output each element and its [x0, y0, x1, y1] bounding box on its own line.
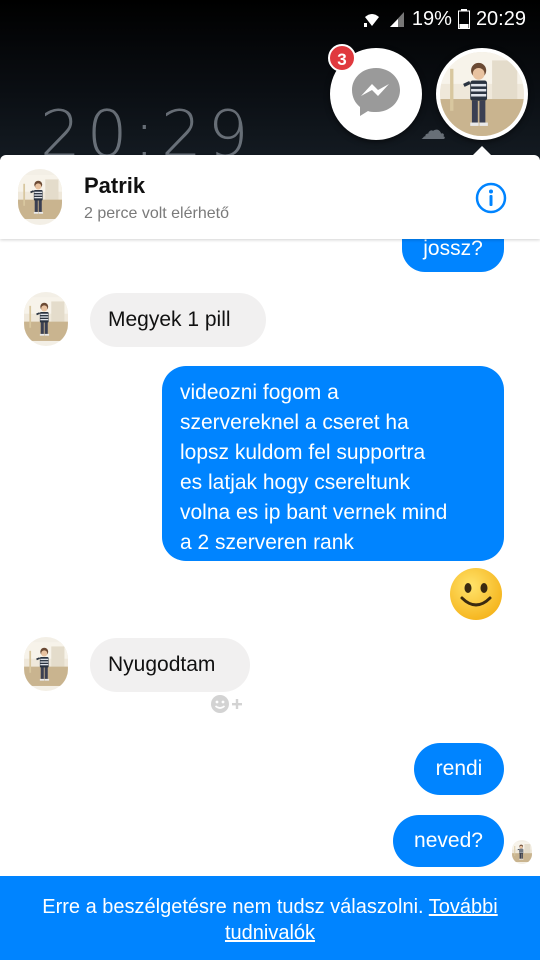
contact-chat-head[interactable]: [436, 48, 528, 140]
info-icon[interactable]: [474, 181, 508, 215]
message-line: a 2 szerveren rank: [180, 531, 354, 554]
avatar: [440, 52, 524, 136]
outgoing-message[interactable]: rendi: [414, 743, 504, 795]
conversation-header: Patrik 2 perce volt elérhető: [0, 155, 540, 239]
contact-name[interactable]: Patrik: [84, 173, 145, 199]
messenger-icon: [348, 64, 404, 125]
battery-icon: [457, 9, 470, 29]
status-bar: 19% 20:29: [362, 6, 526, 32]
signal-icon: [388, 10, 406, 28]
message-line: videozni fogom a: [180, 381, 339, 404]
message-text: Nyugodtam: [108, 653, 216, 676]
wifi-icon: [362, 10, 382, 28]
learn-more-link[interactable]: További: [429, 896, 498, 918]
snow-cloud-icon: ☁: [420, 116, 446, 146]
unread-badge: 3: [328, 44, 356, 72]
incoming-message[interactable]: Megyek 1 pill: [90, 293, 266, 347]
lockscreen-clock: 20:29: [40, 98, 255, 160]
message-text: rendi: [435, 757, 483, 780]
message-line: es latjak hogy csereltunk: [180, 471, 410, 494]
add-reaction-icon[interactable]: [203, 688, 249, 720]
message-line: volna es ip bant vernek mind: [180, 501, 448, 524]
battery-percentage: 19%: [411, 7, 452, 30]
banner-text: Erre a beszélgetésre nem tudsz válaszoln…: [42, 896, 424, 918]
message-line: lopsz kuldom fel supportra: [180, 441, 426, 464]
smiley-emoji[interactable]: [448, 566, 504, 627]
message-text: neved?: [414, 829, 483, 852]
message-text: Megyek 1 pill: [108, 308, 231, 331]
read-receipt-avatar: [512, 840, 532, 864]
message-text: jossz?: [423, 237, 483, 260]
learn-more-link-continued[interactable]: tudnivalók: [225, 922, 315, 944]
outgoing-message[interactable]: videozni fogom a szervereknel a cseret h…: [162, 366, 504, 561]
message-line: szervereknel a cseret ha: [180, 411, 409, 434]
cannot-reply-banner: Erre a beszélgetésre nem tudsz válaszoln…: [0, 876, 540, 960]
sender-avatar[interactable]: [24, 292, 68, 346]
incoming-message[interactable]: Nyugodtam: [90, 638, 250, 692]
outgoing-message[interactable]: neved?: [393, 815, 504, 867]
status-time: 20:29: [475, 7, 526, 30]
chat-head-pointer: [472, 146, 492, 156]
contact-avatar[interactable]: [18, 169, 62, 225]
last-active-status: 2 perce volt elérhető: [84, 205, 229, 222]
sender-avatar[interactable]: [24, 637, 68, 691]
